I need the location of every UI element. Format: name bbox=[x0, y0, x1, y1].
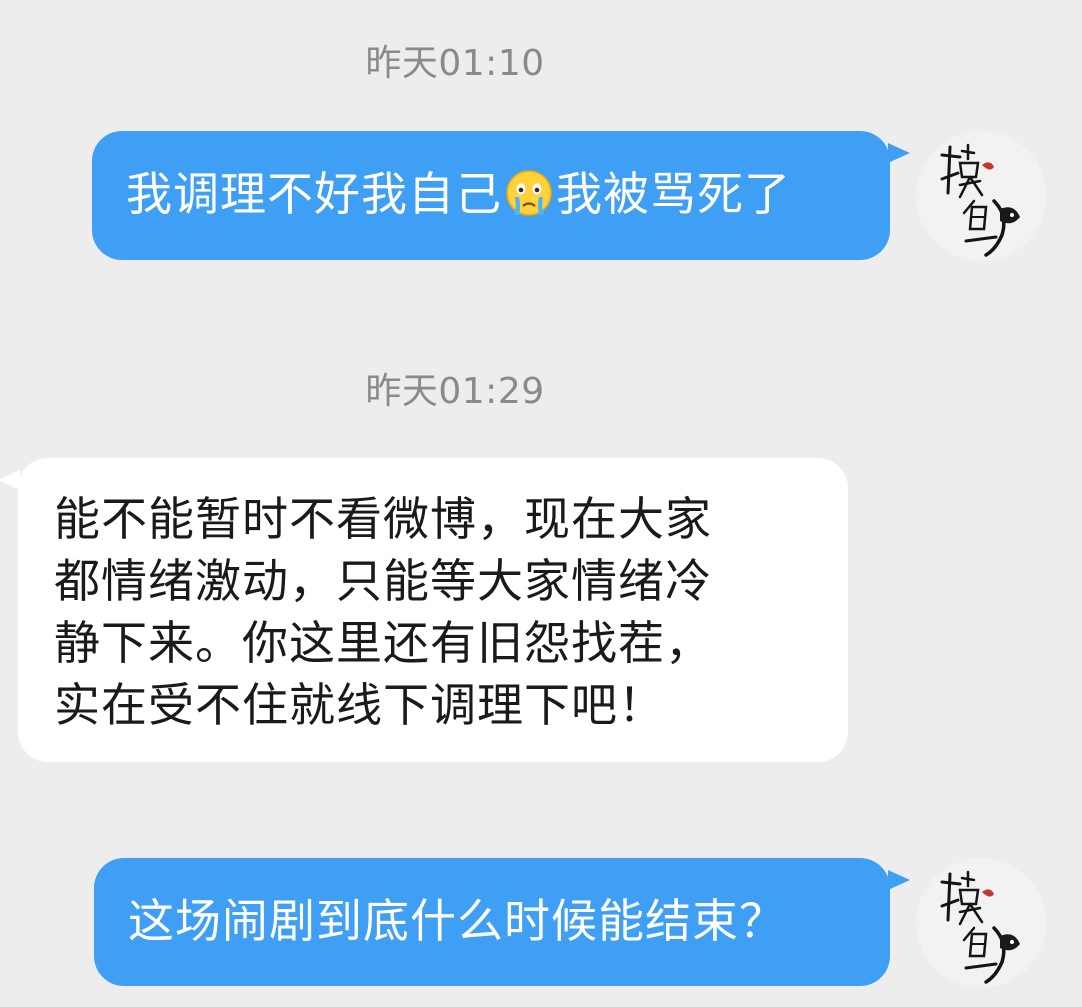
bubble-tail bbox=[888, 870, 910, 890]
avatar[interactable] bbox=[916, 131, 1046, 261]
bubble-tail bbox=[0, 470, 20, 490]
bubble-tail bbox=[888, 143, 910, 163]
message-text: 我调理不好我自己 bbox=[126, 167, 502, 221]
loudly-crying-face-emoji-icon bbox=[506, 170, 552, 216]
message-text-line: 静下来。你这里还有旧怨找茬， bbox=[54, 616, 712, 670]
ink-calligraphy-fish-avatar-icon bbox=[916, 858, 1046, 988]
timestamp: 昨天01:10 bbox=[365, 43, 545, 84]
message-text-line: 都情绪激动，只能等大家情绪冷 bbox=[54, 554, 712, 608]
incoming-message-bubble[interactable]: 能不能暂时不看微博，现在大家 都情绪激动，只能等大家情绪冷 静下来。你这里还有旧… bbox=[18, 458, 848, 762]
outgoing-message-bubble[interactable]: 我调理不好我自己 我被骂死了 bbox=[92, 131, 890, 260]
message-text-line: 实在受不住就线下调理下吧！ bbox=[54, 678, 665, 732]
message-text: 我被骂死了 bbox=[556, 167, 791, 221]
message-text-line: 能不能暂时不看微博，现在大家 bbox=[54, 492, 712, 546]
message-text: 这场闹剧到底什么时候能结束？ bbox=[128, 894, 786, 948]
avatar[interactable] bbox=[916, 858, 1046, 988]
outgoing-message-bubble[interactable]: 这场闹剧到底什么时候能结束？ bbox=[94, 858, 890, 986]
timestamp: 昨天01:29 bbox=[365, 371, 545, 412]
ink-calligraphy-fish-avatar-icon bbox=[916, 131, 1046, 261]
